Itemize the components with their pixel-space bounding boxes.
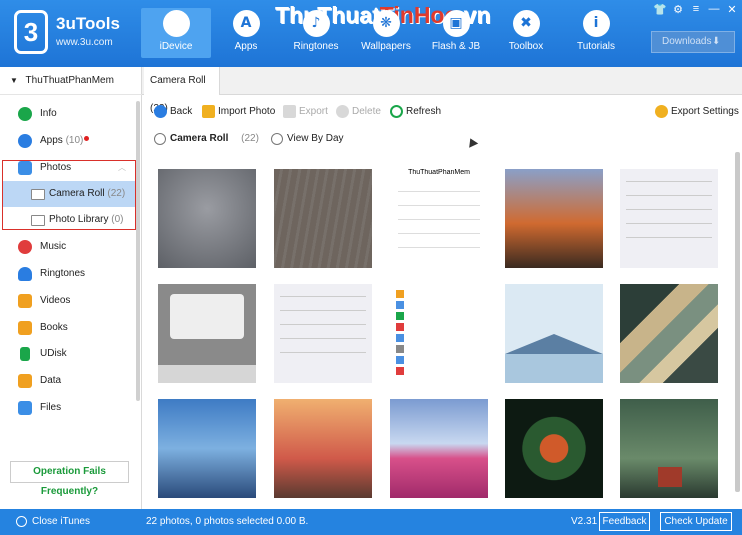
photo-thumbnail[interactable] <box>620 169 718 268</box>
files-icon <box>18 401 32 415</box>
import-icon <box>202 105 215 118</box>
device-selector[interactable]: ▼ ThuThuatPhanMem <box>0 67 142 95</box>
export-settings-button[interactable]: Export Settings <box>655 104 739 120</box>
photo-thumbnail[interactable] <box>274 399 372 498</box>
sidebar-item-videos[interactable]: Videos <box>0 288 135 314</box>
top-bar: 3 3uTools www.3u.com ThuThuatTinHoc.vn i… <box>0 0 742 67</box>
refresh-icon <box>390 105 403 118</box>
status-bar: Close iTunes 22 photos, 0 photos selecte… <box>0 509 742 535</box>
nav-apps[interactable]: A Apps <box>211 8 281 58</box>
video-icon <box>18 294 32 308</box>
sidebar: ▼ ThuThuatPhanMem Info Apps (10) Photos … <box>0 67 142 509</box>
app-site: www.3u.com <box>56 37 113 48</box>
nav-tutorials[interactable]: i Tutorials <box>561 8 631 58</box>
downloads-button[interactable]: Downloads ⬇ <box>651 31 735 53</box>
refresh-button[interactable]: Refresh <box>390 104 441 120</box>
minimize-button[interactable]: — <box>706 3 722 15</box>
nav-idevice[interactable]: iDevice <box>141 8 211 58</box>
sidebar-item-files[interactable]: Files <box>0 395 135 421</box>
app-logo-icon: 3 <box>14 10 48 54</box>
photo-thumbnail[interactable] <box>390 284 488 383</box>
photo-thumbnail[interactable] <box>274 284 372 383</box>
feedback-button[interactable]: Feedback <box>599 512 650 531</box>
photo-thumbnail[interactable] <box>620 399 718 498</box>
skin-icon[interactable]: 👕 <box>652 3 668 16</box>
close-itunes-button[interactable]: Close iTunes <box>32 516 90 527</box>
bell-icon <box>18 267 32 281</box>
tab-camera-roll[interactable]: Camera Roll (22) <box>144 67 220 114</box>
check-update-button[interactable]: Check Update <box>660 512 732 531</box>
books-icon <box>18 321 32 335</box>
photo-thumbnail[interactable] <box>158 284 256 383</box>
gear-icon <box>655 105 668 118</box>
sidebar-scrollbar[interactable] <box>136 101 140 401</box>
back-button[interactable]: Back <box>154 104 192 120</box>
settings-icon[interactable]: ⚙ <box>670 3 686 16</box>
download-icon: ⬇ <box>712 36 721 47</box>
apps-icon: A <box>232 10 260 37</box>
export-button[interactable]: Export <box>283 104 328 120</box>
operation-fails-button[interactable]: Operation Fails Frequently? <box>10 461 129 497</box>
version-label: V2.31 <box>571 516 598 527</box>
music-icon <box>18 240 32 254</box>
sidebar-item-ringtones[interactable]: Ringtones <box>0 261 135 287</box>
main-panel: Camera Roll (22) Back Import Photo Expor… <box>142 67 742 509</box>
export-icon <box>283 105 296 118</box>
udisk-icon <box>20 347 30 361</box>
radio-view-by-day[interactable]: View By Day <box>271 132 344 146</box>
mouse-cursor-icon <box>465 136 479 148</box>
device-name: ThuThuatPhanMem <box>25 75 114 86</box>
data-icon <box>18 374 32 388</box>
sidebar-item-data[interactable]: Data <box>0 368 135 394</box>
delete-button[interactable]: Delete <box>336 104 381 120</box>
toolbox-icon: ✖ <box>512 10 540 37</box>
sidebar-item-info[interactable]: Info <box>0 101 135 127</box>
nav-toolbox[interactable]: ✖ Toolbox <box>491 8 561 58</box>
highlight-box <box>2 160 136 230</box>
box-icon: ▣ <box>442 10 470 37</box>
nav-flash-jb[interactable]: ▣ Flash & JB <box>421 8 491 58</box>
sidebar-item-books[interactable]: Books <box>0 315 135 341</box>
chevron-down-icon: ▼ <box>10 76 18 85</box>
nav-wallpapers[interactable]: ❋ Wallpapers <box>351 8 421 58</box>
photo-thumbnail[interactable] <box>390 399 488 498</box>
info-icon <box>18 107 32 121</box>
apple-icon <box>162 10 190 37</box>
apps-icon <box>18 134 32 148</box>
sidebar-item-music[interactable]: Music <box>0 234 135 260</box>
delete-icon <box>336 105 349 118</box>
bell-icon: ♪ <box>302 10 330 37</box>
menu-icon[interactable]: ≡ <box>688 3 704 15</box>
info-icon: i <box>582 10 610 37</box>
photo-thumbnail[interactable] <box>620 284 718 383</box>
photo-thumbnail[interactable] <box>505 169 603 268</box>
notification-dot-icon <box>84 136 90 141</box>
brand: 3 3uTools www.3u.com <box>14 10 154 58</box>
app-window: 3 3uTools www.3u.com ThuThuatTinHoc.vn i… <box>0 0 742 535</box>
photo-thumbnail[interactable] <box>158 399 256 498</box>
app-name: 3uTools <box>56 14 120 33</box>
photo-thumbnail[interactable] <box>505 284 603 383</box>
radio-circle <box>271 133 283 145</box>
back-arrow-icon <box>154 105 167 118</box>
tab-strip: Camera Roll (22) <box>142 67 742 114</box>
photo-thumbnail[interactable] <box>158 169 256 268</box>
sidebar-item-apps[interactable]: Apps (10) <box>0 128 135 154</box>
power-icon[interactable] <box>16 516 27 527</box>
grid-scrollbar[interactable] <box>735 152 740 492</box>
close-button[interactable]: ✕ <box>724 3 740 16</box>
radio-circle <box>154 133 166 145</box>
sidebar-item-udisk[interactable]: UDisk <box>0 341 135 367</box>
photo-thumbnail[interactable]: ThuThuatPhanMem <box>390 169 488 268</box>
nav-ringtones[interactable]: ♪ Ringtones <box>281 8 351 58</box>
status-summary: 22 photos, 0 photos selected 0.00 B. <box>146 516 309 527</box>
photo-thumbnail[interactable] <box>274 169 372 268</box>
import-photo-button[interactable]: Import Photo <box>202 104 275 120</box>
radio-camera-roll[interactable]: Camera Roll (22) <box>154 132 259 146</box>
wallpaper-icon: ❋ <box>372 10 400 37</box>
photo-thumbnail[interactable] <box>505 399 603 498</box>
